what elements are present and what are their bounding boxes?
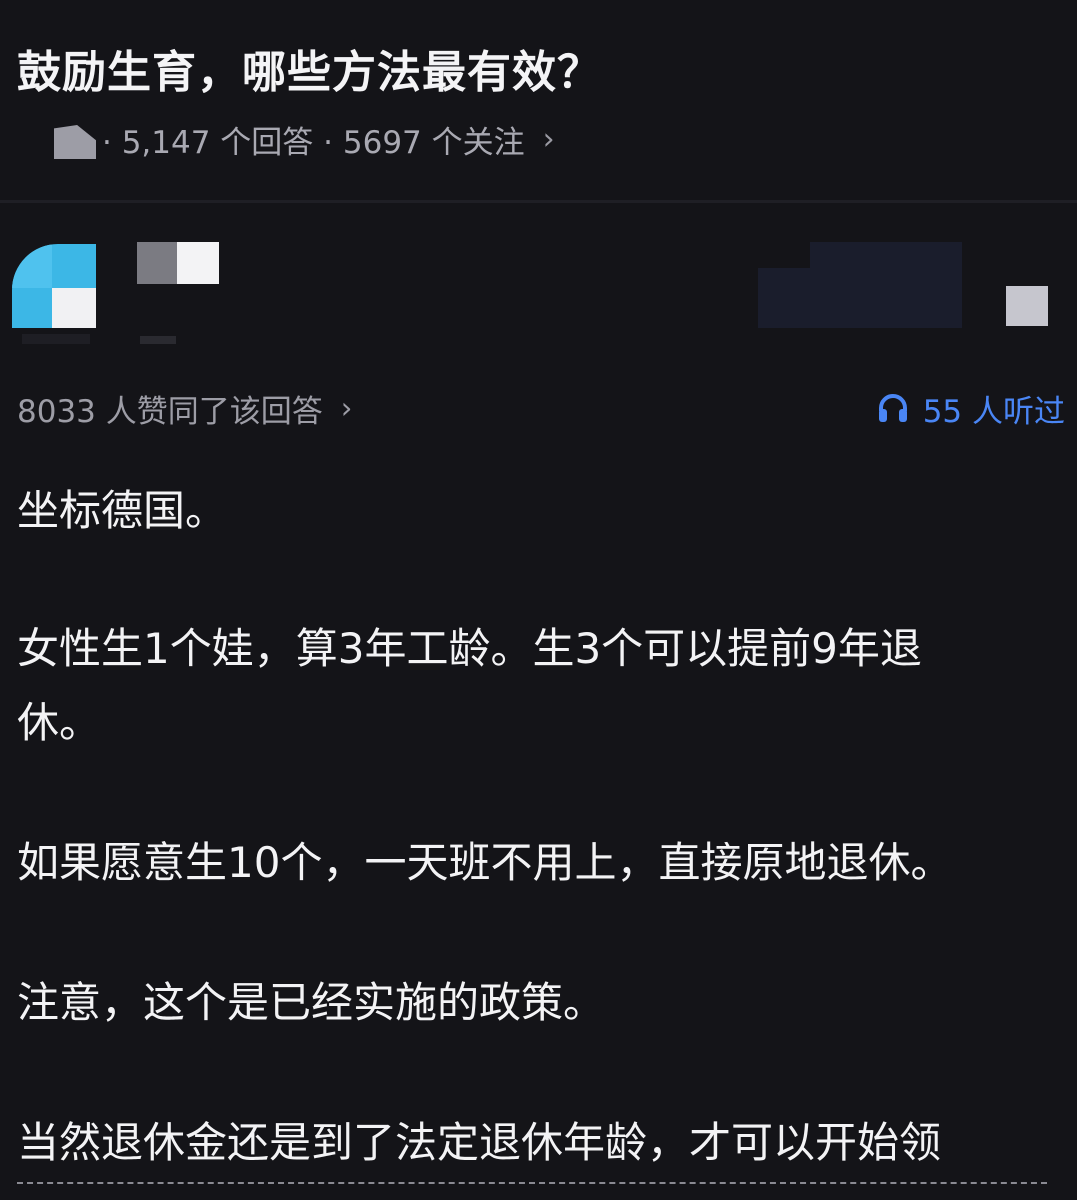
dashed-underline	[17, 1182, 1047, 1184]
answer-paragraph: 坐标德国。	[17, 486, 228, 535]
upvote-count[interactable]: 8033 人赞同了该回答 ›	[17, 386, 352, 430]
question-stats-text: · 5,147 个回答 · 5697 个关注	[102, 124, 525, 161]
listen-button[interactable]: 55 人听过	[877, 386, 1065, 430]
answer-paragraph: 注意，这个是已经实施的政策。	[17, 978, 606, 1027]
answer-paragraph: 女性生1个娃，算3年工龄。生3个可以提前9年退 休。	[17, 624, 922, 747]
author-name-redacted[interactable]	[137, 242, 219, 284]
upvote-count-text: 8033 人赞同了该回答	[17, 393, 323, 430]
follow-button-redacted[interactable]	[758, 242, 962, 328]
chevron-right-icon: ›	[542, 121, 555, 157]
listen-count-text: 55 人听过	[922, 393, 1065, 430]
question-title[interactable]: 鼓励生育，哪些方法最有效？	[17, 36, 602, 100]
avatar-blur	[22, 334, 90, 344]
zhihu-answer-page: 鼓励生育，哪些方法最有效？ · 5,147 个回答 · 5697 个关注 › 8…	[0, 0, 1077, 1200]
avatar[interactable]	[12, 244, 96, 328]
author-bio-redacted	[140, 336, 176, 344]
more-button-redacted[interactable]	[1006, 286, 1048, 326]
answer-paragraph: 如果愿意生10个，一天班不用上，直接原地退休。	[17, 838, 953, 887]
headphones-icon	[878, 394, 907, 422]
question-stats[interactable]: · 5,147 个回答 · 5697 个关注 ›	[54, 116, 555, 162]
topic-icon	[54, 119, 96, 159]
answer-paragraph: 当然退休金还是到了法定退休年龄，才可以开始领	[17, 1118, 942, 1167]
divider	[0, 200, 1077, 203]
chevron-right-icon: ›	[340, 391, 353, 425]
